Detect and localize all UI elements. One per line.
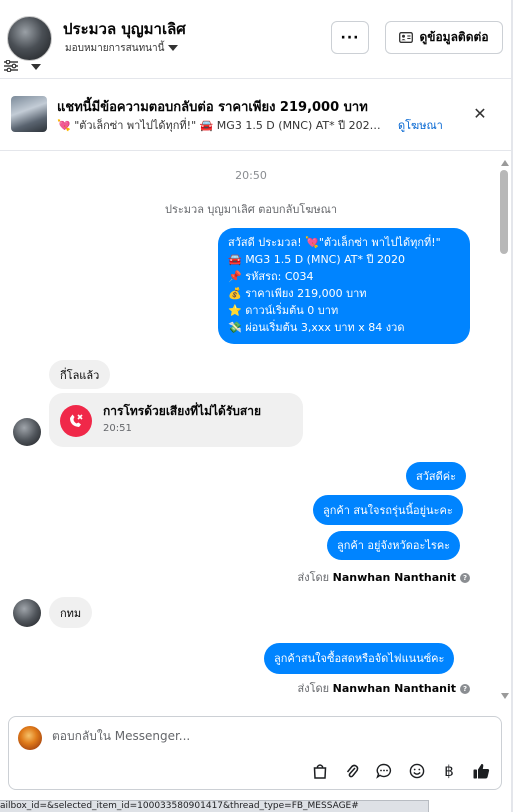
sent-by-name[interactable]: Nanwhan Nanthanit: [333, 682, 456, 695]
missed-call-icon: [60, 405, 92, 437]
reply-composer: ฿: [8, 716, 502, 790]
missed-call-card[interactable]: การโทรด้วยเสียงที่ไม่ได้รับสาย 20:51: [49, 393, 303, 447]
sent-by-label: ส่งโดย Nanwhan Nanthanit?: [298, 568, 470, 586]
ad-message-line: สวัสดี ประมวล! 💘"ตัวเล็กซ่า พาไปได้ทุกที…: [228, 236, 441, 249]
sent-by-label: ส่งโดย Nanwhan Nanthanit?: [298, 679, 470, 697]
chat-scrollbar[interactable]: [499, 152, 511, 704]
scroll-up-arrow-icon[interactable]: [501, 160, 509, 166]
sent-by-prefix: ส่งโดย: [297, 682, 330, 695]
page-avatar: [18, 726, 42, 750]
close-icon[interactable]: ✕: [470, 104, 490, 124]
contact-avatar[interactable]: [7, 16, 52, 61]
outgoing-message[interactable]: ลูกค้าสนใจซื้อสดหรือจัดไฟแนนซ์คะ: [264, 643, 455, 674]
thumbs-up-icon[interactable]: [471, 761, 491, 781]
view-contact-info-button[interactable]: ดูข้อมูลติดต่อ: [385, 21, 503, 54]
contact-name[interactable]: ประมวล บุญมาเลิศ: [63, 17, 186, 41]
ad-message-line: ⭐ ดาวน์เริ่มต้น 0 บาท: [228, 304, 339, 317]
outgoing-message[interactable]: ลูกค้า สนใจรถรุ่นนี้อยู่นะคะ: [313, 495, 463, 525]
ad-banner-title: แชทนี้มีข้อความตอบกลับต่อ ราคาเพียง 219,…: [57, 100, 368, 115]
view-ad-link[interactable]: ดูโฆษณา: [398, 116, 443, 134]
info-icon[interactable]: ?: [460, 573, 470, 583]
ad-message-bubble[interactable]: สวัสดี ประมวล! 💘"ตัวเล็กซ่า พาไปได้ทุกที…: [218, 228, 470, 344]
contact-avatar-small[interactable]: [13, 418, 41, 446]
attachment-icon[interactable]: [342, 761, 362, 781]
info-icon[interactable]: ?: [460, 684, 470, 694]
contact-avatar-small[interactable]: [13, 599, 41, 627]
ad-message-line: 📌 รหัสรถ: C034: [228, 270, 314, 283]
view-contact-info-label: ดูข้อมูลติดต่อ: [419, 30, 489, 44]
emoji-icon[interactable]: [407, 761, 427, 781]
ad-reply-banner: แชทนี้มีข้อความตอบกลับต่อ ราคาเพียง 219,…: [0, 80, 513, 151]
conversation-header: ประมวล บุญมาเลิศ มอบหมายการสนทนานี้ ··· …: [0, 0, 513, 79]
scrollbar-thumb[interactable]: [500, 170, 508, 254]
ad-message-line: 🚘 MG3 1.5 D (MNC) AT* ปี 2020: [228, 253, 405, 266]
more-options-button[interactable]: ···: [331, 21, 369, 54]
ad-message-line: 💰 ราคาเพียง 219,000 บาท: [228, 287, 367, 300]
ad-reply-note: ประมวล บุญมาเลิศ ตอบกลับโฆษณา: [164, 203, 338, 216]
chevron-down-icon: [168, 45, 179, 51]
missed-call-title: การโทรด้วยเสียงที่ไม่ได้รับสาย: [103, 404, 261, 418]
incoming-message[interactable]: กทม: [49, 597, 93, 628]
chat-bubble-icon[interactable]: [374, 761, 394, 781]
outgoing-message[interactable]: ลูกค้า อยู่จังหวัดอะไรคะ: [327, 531, 461, 560]
contact-card-icon: [399, 32, 414, 43]
ad-thumbnail[interactable]: [11, 96, 47, 132]
message-thread: 20:50 ประมวล บุญมาเลิศ ตอบกลับโฆษณา สวัส…: [0, 152, 513, 704]
outgoing-message[interactable]: สวัสดีค่ะ: [406, 462, 467, 490]
shopping-bag-icon[interactable]: [310, 761, 330, 781]
sent-by-prefix: ส่งโดย: [297, 571, 330, 584]
thread-timestamp: 20:50: [235, 169, 267, 182]
baht-currency-icon[interactable]: ฿: [439, 761, 459, 781]
sent-by-name[interactable]: Nanwhan Nanthanit: [333, 571, 456, 584]
messenger-inbox-panel: ประมวล บุญมาเลิศ มอบหมายการสนทนานี้ ··· …: [0, 0, 513, 812]
browser-status-url: ailbox_id=&selected_item_id=100033580901…: [0, 800, 429, 812]
filter-chevron-down-icon[interactable]: [31, 64, 41, 70]
assign-conversation-dropdown[interactable]: มอบหมายการสนทนานี้: [65, 41, 179, 56]
assign-label: มอบหมายการสนทนานี้: [65, 43, 165, 54]
incoming-message[interactable]: กี่โลแล้ว: [49, 360, 111, 389]
ad-message-line: 💸 ผ่อนเริ่มต้น 3,xxx บาท x 84 งวด: [228, 321, 405, 334]
reply-input[interactable]: [52, 729, 472, 743]
missed-call-time: 20:51: [103, 423, 132, 434]
scroll-down-arrow-icon[interactable]: [501, 693, 509, 699]
filter-sliders-icon[interactable]: [4, 60, 18, 72]
ad-banner-subtitle: 💘 "ตัวเล็กซ่า พาไปได้ทุกที่!" 🚘 MG3 1.5 …: [57, 119, 387, 132]
